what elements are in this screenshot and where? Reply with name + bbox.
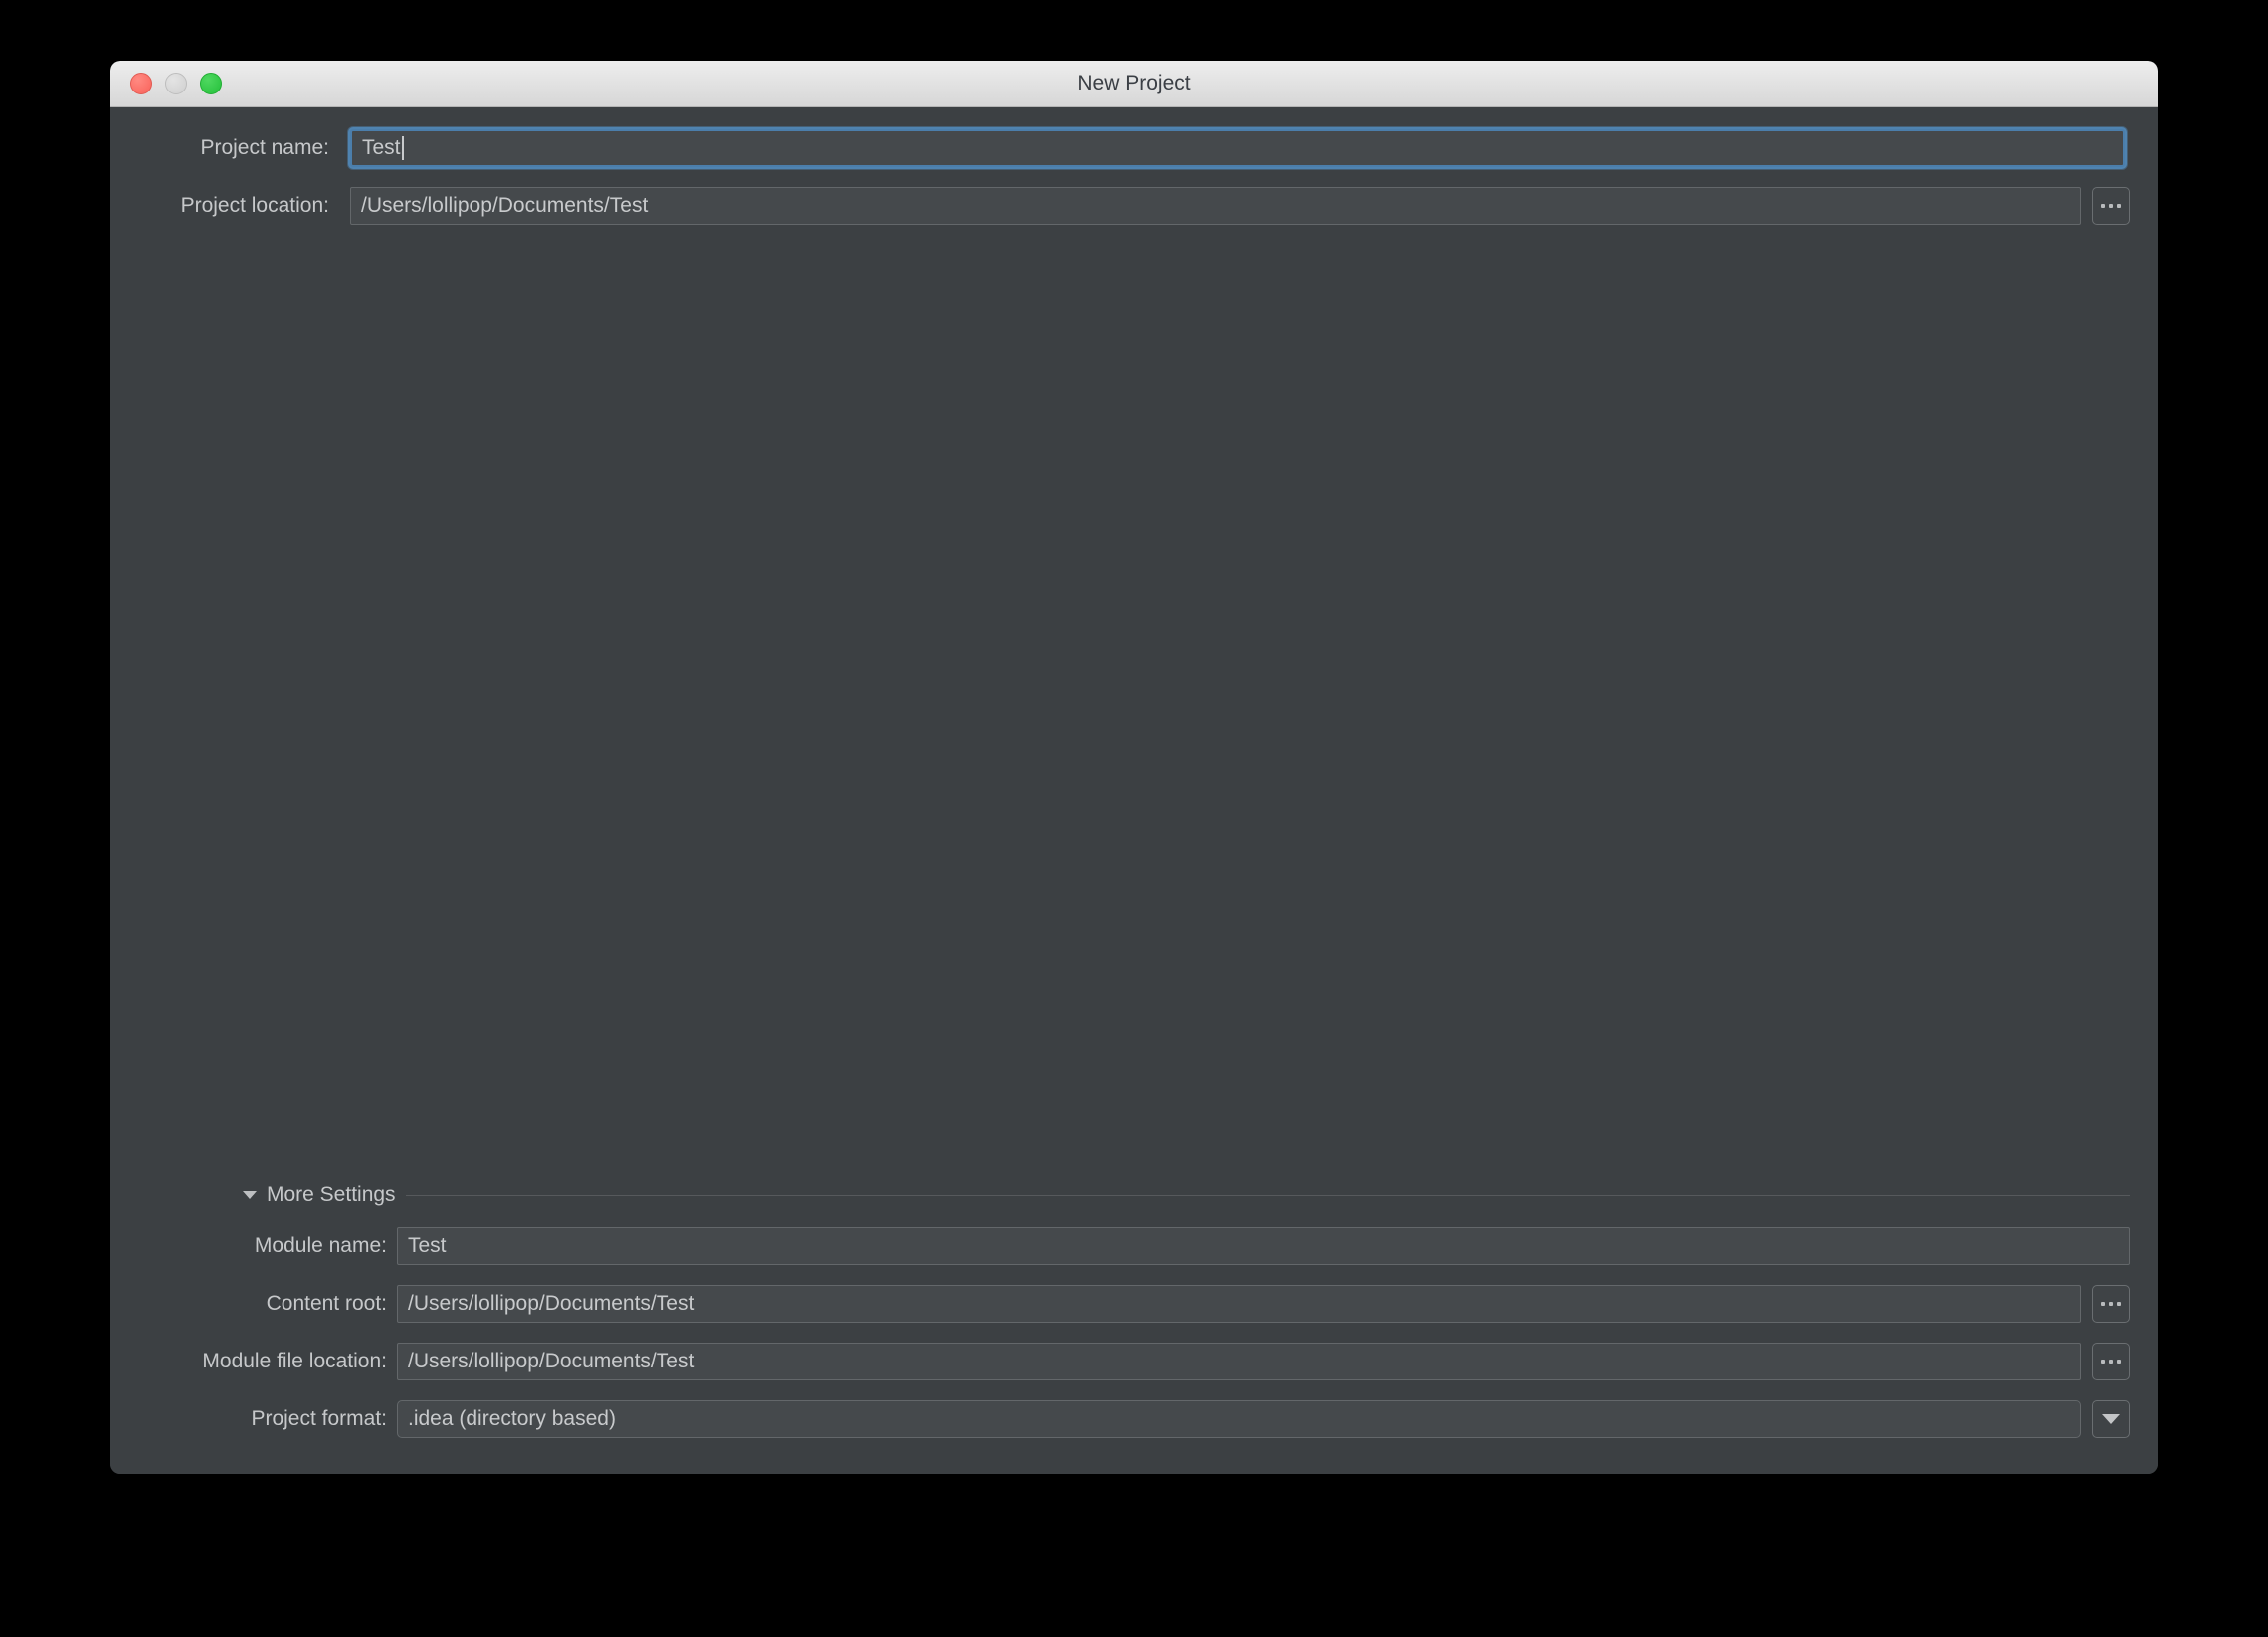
project-format-dropdown-button[interactable]	[2092, 1400, 2130, 1438]
project-format-value: .idea (directory based)	[408, 1407, 616, 1430]
project-name-value: Test	[362, 136, 401, 159]
ellipsis-dot-icon	[2117, 1302, 2121, 1306]
module-file-location-input[interactable]: /Users/lollipop/Documents/Test	[397, 1343, 2081, 1380]
content-root-input[interactable]: /Users/lollipop/Documents/Test	[397, 1285, 2081, 1323]
ellipsis-dot-icon	[2109, 1360, 2113, 1364]
content-root-label: Content root:	[266, 1292, 387, 1315]
project-format-row: Project format: .idea (directory based)	[110, 1400, 2130, 1438]
project-location-label: Project location:	[180, 194, 329, 217]
project-format-label: Project format:	[251, 1407, 387, 1430]
project-name-label: Project name:	[200, 136, 329, 159]
title-bar[interactable]: New Project	[110, 61, 2158, 107]
window-title: New Project	[1077, 72, 1191, 94]
text-caret	[401, 136, 404, 160]
project-location-browse-button[interactable]	[2092, 187, 2130, 225]
project-name-row: Project name: Test	[110, 129, 2130, 167]
content-root-browse-button[interactable]	[2092, 1285, 2130, 1323]
module-name-input[interactable]: Test	[397, 1227, 2130, 1265]
ellipsis-dot-icon	[2109, 204, 2113, 208]
module-file-location-row: Module file location: /Users/lollipop/Do…	[110, 1343, 2130, 1380]
project-location-input[interactable]: /Users/lollipop/Documents/Test	[350, 187, 2081, 225]
module-name-value: Test	[408, 1234, 447, 1257]
ellipsis-dot-icon	[2117, 1360, 2121, 1364]
module-file-location-label: Module file location:	[202, 1350, 387, 1372]
separator-line	[405, 1194, 2130, 1196]
module-file-location-value: /Users/lollipop/Documents/Test	[408, 1350, 695, 1372]
more-settings-toggle[interactable]: More Settings	[243, 1183, 2130, 1207]
project-format-select[interactable]: .idea (directory based)	[397, 1400, 2081, 1438]
ellipsis-dot-icon	[2101, 1360, 2105, 1364]
module-name-label: Module name:	[254, 1234, 387, 1257]
project-name-input[interactable]: Test	[350, 129, 2125, 167]
content-root-row: Content root: /Users/lollipop/Documents/…	[110, 1285, 2130, 1323]
content-root-value: /Users/lollipop/Documents/Test	[408, 1292, 695, 1315]
chevron-down-icon	[243, 1191, 257, 1199]
ellipsis-dot-icon	[2101, 204, 2105, 208]
chevron-down-icon	[2102, 1414, 2120, 1424]
more-settings-label: More Settings	[267, 1183, 396, 1206]
project-location-value: /Users/lollipop/Documents/Test	[361, 194, 649, 217]
ellipsis-dot-icon	[2117, 204, 2121, 208]
new-project-dialog: New Project Project name: Test Project l…	[110, 61, 2158, 1474]
dialog-body: Project name: Test Project location: /Us…	[110, 107, 2158, 1474]
project-location-row: Project location: /Users/lollipop/Docume…	[110, 187, 2130, 225]
ellipsis-dot-icon	[2101, 1302, 2105, 1306]
module-file-location-browse-button[interactable]	[2092, 1343, 2130, 1380]
module-name-row: Module name: Test	[110, 1227, 2130, 1265]
ellipsis-dot-icon	[2109, 1302, 2113, 1306]
